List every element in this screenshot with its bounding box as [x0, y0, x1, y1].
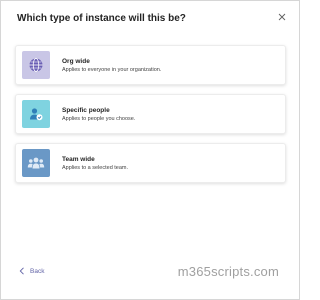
- person-check-icon: [30, 108, 43, 121]
- option-specific-people-icon-tile: [22, 100, 50, 128]
- option-specific-people[interactable]: Specific people Applies to people you ch…: [15, 94, 286, 134]
- option-team-wide[interactable]: Team wide Applies to a selected team.: [15, 143, 286, 183]
- option-title: Org wide: [62, 57, 90, 65]
- dialog-title: Which type of instance will this be?: [17, 13, 186, 24]
- option-description: Applies to people you choose.: [62, 115, 136, 122]
- option-description: Applies to a selected team.: [62, 164, 129, 171]
- watermark: m365scripts.com: [177, 264, 279, 279]
- option-org-wide-icon-tile: [22, 51, 50, 79]
- option-team-wide-icon-tile: [22, 149, 50, 177]
- close-button[interactable]: [275, 10, 289, 24]
- chevron-left-icon: [19, 267, 24, 275]
- globe-icon: [29, 58, 43, 72]
- instance-type-dialog: Which type of instance will this be? Org…: [0, 0, 300, 300]
- back-button[interactable]: Back: [19, 267, 44, 275]
- option-title: Team wide: [62, 155, 95, 163]
- option-description: Applies to everyone in your organization…: [62, 66, 162, 73]
- option-title: Specific people: [62, 106, 110, 114]
- close-icon: [278, 13, 286, 21]
- team-icon: [27, 157, 45, 169]
- option-org-wide[interactable]: Org wide Applies to everyone in your org…: [15, 45, 286, 85]
- back-label: Back: [30, 267, 45, 275]
- instance-type-options: Org wide Applies to everyone in your org…: [15, 45, 286, 192]
